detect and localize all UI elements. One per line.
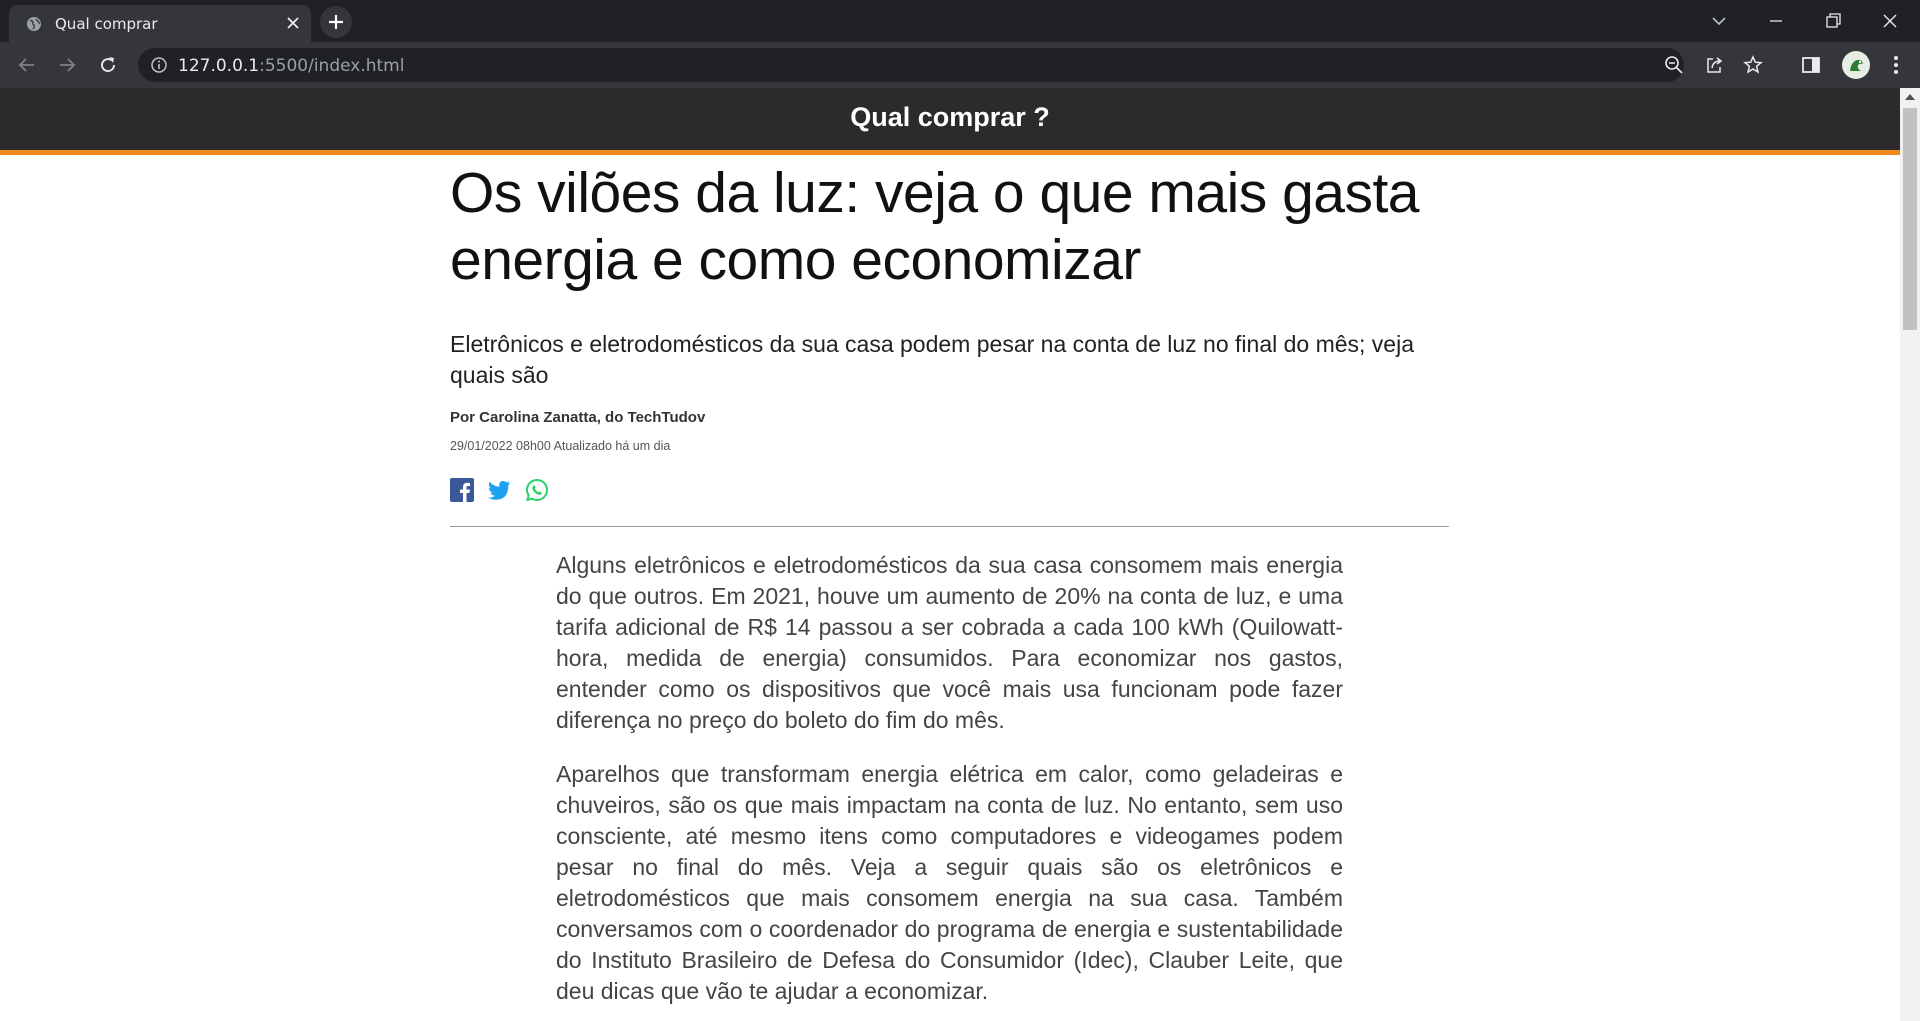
info-icon[interactable]	[150, 56, 168, 74]
article-subtitle: Eletrônicos e eletrodomésticos da sua ca…	[450, 331, 1415, 388]
reload-icon[interactable]	[97, 54, 119, 76]
article-dateline: 29/01/2022 08h00 Atualizado há um dia	[450, 439, 671, 453]
browser-tab-strip: Qual comprar	[0, 0, 1920, 42]
whatsapp-icon[interactable]	[525, 478, 549, 502]
tab-title: Qual comprar	[55, 15, 158, 33]
address-bar[interactable]: 127.0.0.1:5500/index.html	[138, 48, 1763, 82]
back-icon[interactable]	[16, 54, 38, 76]
globe-icon	[27, 17, 41, 31]
site-title[interactable]: Qual comprar ?	[0, 102, 1900, 133]
article-title: Os vilões da luz: veja o que mais gasta …	[450, 161, 1420, 292]
article-divider	[450, 526, 1449, 527]
minimize-icon[interactable]	[1765, 10, 1787, 32]
bookmark-star-icon[interactable]	[1743, 55, 1763, 75]
twitter-icon[interactable]	[487, 478, 511, 502]
page-scrollbar[interactable]	[1900, 88, 1920, 1021]
scroll-up-arrow[interactable]	[1905, 94, 1915, 100]
close-tab-icon[interactable]	[285, 15, 301, 31]
restore-icon[interactable]	[1822, 10, 1844, 32]
share-icon[interactable]	[1704, 55, 1724, 75]
article-byline: Por Carolina Zanatta, do TechTudov	[450, 409, 706, 426]
url-text: 127.0.0.1:5500/index.html	[178, 56, 404, 76]
article-paragraph: Alguns eletrônicos e eletrodomésticos da…	[556, 552, 1343, 733]
tab-search-icon[interactable]	[1708, 10, 1730, 32]
url-path: :5500/index.html	[259, 56, 405, 76]
profile-avatar[interactable]	[1842, 51, 1870, 79]
browser-tab[interactable]: Qual comprar	[9, 5, 311, 42]
plus-icon	[329, 15, 343, 29]
new-tab-button[interactable]	[320, 6, 352, 38]
url-host: 127.0.0.1	[178, 56, 260, 76]
scroll-thumb[interactable]	[1903, 108, 1917, 330]
browser-toolbar: 127.0.0.1:5500/index.html	[0, 42, 1920, 88]
facebook-icon[interactable]	[450, 478, 474, 502]
article-paragraph: Aparelhos que transformam energia elétri…	[556, 761, 1343, 1004]
forward-icon[interactable]	[56, 54, 78, 76]
site-header: Qual comprar ?	[0, 88, 1900, 155]
avatar-icon	[1850, 59, 1863, 71]
menu-kebab-icon[interactable]	[1885, 54, 1907, 76]
close-window-icon[interactable]	[1879, 10, 1901, 32]
side-panel-icon[interactable]	[1800, 54, 1822, 76]
zoom-icon[interactable]	[1664, 55, 1684, 75]
